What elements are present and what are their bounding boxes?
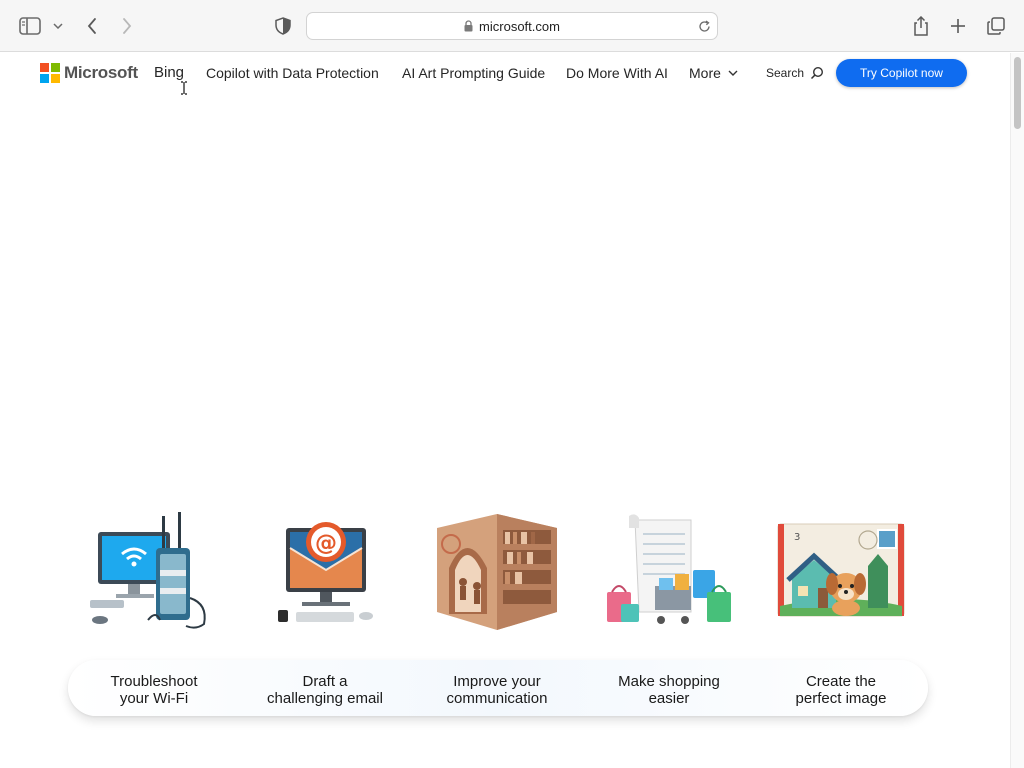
wifi-troubleshoot-illustration[interactable] <box>86 508 226 634</box>
page-scrollbar[interactable] <box>1010 53 1024 768</box>
feature-card-email-line1: Draft a <box>302 673 348 690</box>
feature-card-shopping-line1: Make shopping <box>618 673 720 690</box>
logo-square-yellow <box>51 74 60 83</box>
browser-toolbar: microsoft.com <box>0 0 1024 52</box>
privacy-shield-icon[interactable] <box>271 14 295 38</box>
nav-link-bing[interactable]: Bing <box>154 64 184 81</box>
tabs-overview-icon[interactable] <box>984 14 1008 38</box>
sidebar-icon[interactable] <box>18 14 42 38</box>
lock-icon <box>464 20 473 32</box>
chevron-down-icon <box>728 70 738 76</box>
bookshelf-illustration[interactable] <box>427 508 567 634</box>
feature-card-wifi-line1: Troubleshoot <box>110 673 198 690</box>
logo-square-red <box>40 63 49 72</box>
chevron-down-icon[interactable] <box>48 14 68 38</box>
logo-text: Microsoft <box>64 63 138 82</box>
nav-link-copilot-data-protection[interactable]: Copilot with Data Protection <box>206 65 379 81</box>
logo-square-green <box>51 63 60 72</box>
try-copilot-button[interactable]: Try Copilot now <box>836 59 967 87</box>
scrollbar-thumb[interactable] <box>1014 57 1021 129</box>
back-icon[interactable] <box>80 14 104 38</box>
feature-card-shopping-line2: easier <box>648 690 690 707</box>
feature-card-email[interactable]: Draft a challenging email <box>240 673 410 707</box>
search-label: Search <box>766 66 805 80</box>
site-header: Microsoft Bing Copilot with Data Protect… <box>0 53 1010 95</box>
feature-card-wifi-line2: your Wi-Fi <box>119 690 189 707</box>
feature-card-communication-line2: communication <box>446 690 548 707</box>
text-cursor-icon <box>181 81 187 95</box>
nav-link-ai-art-prompting-guide[interactable]: AI Art Prompting Guide <box>402 65 545 81</box>
nav-link-do-more-with-ai[interactable]: Do More With AI <box>566 65 668 81</box>
search-icon <box>811 66 824 80</box>
feature-card-communication-line1: Improve your <box>453 673 541 690</box>
reload-icon[interactable] <box>696 18 712 34</box>
new-tab-icon[interactable] <box>946 14 970 38</box>
microsoft-logo[interactable]: Microsoft <box>40 63 138 83</box>
address-bar[interactable]: microsoft.com <box>306 12 718 40</box>
logo-square-blue <box>40 74 49 83</box>
feature-card-image[interactable]: Create the perfect image <box>756 673 926 707</box>
url-text: microsoft.com <box>479 18 560 34</box>
svg-text:3: 3 <box>794 532 800 543</box>
nav-more-label: More <box>689 65 721 81</box>
feature-card-communication[interactable]: Improve your communication <box>412 673 582 707</box>
forward-icon[interactable] <box>115 14 139 38</box>
feature-card-image-line1: Create the <box>805 673 877 690</box>
feature-card-image-line2: perfect image <box>795 690 887 707</box>
share-icon[interactable] <box>909 14 933 38</box>
email-illustration[interactable]: @ <box>256 508 396 634</box>
postcard-illustration[interactable]: 3 <box>772 508 912 634</box>
search-button[interactable]: Search <box>766 66 824 80</box>
feature-card-email-line2: challenging email <box>267 690 383 707</box>
nav-more-menu[interactable]: More <box>689 65 738 81</box>
svg-text:@: @ <box>315 531 337 556</box>
feature-card-wifi[interactable]: Troubleshoot your Wi-Fi <box>69 673 239 707</box>
feature-card-shopping[interactable]: Make shopping easier <box>584 673 754 707</box>
shopping-illustration[interactable] <box>599 508 739 634</box>
microsoft-logo-icon <box>40 63 60 83</box>
